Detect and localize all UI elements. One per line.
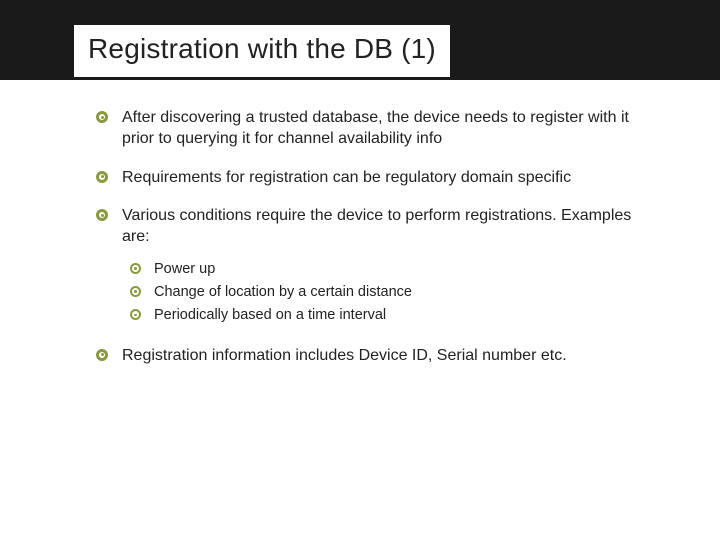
- sub-bullet-text: Periodically based on a time interval: [154, 307, 386, 323]
- bullet-text: After discovering a trusted database, th…: [122, 109, 629, 147]
- sub-bullet-text: Power up: [154, 261, 215, 277]
- slide-body: After discovering a trusted database, th…: [96, 108, 656, 384]
- sub-bullet-item: Change of location by a certain distance: [130, 281, 656, 304]
- bullet-text: Registration information includes Device…: [122, 347, 567, 364]
- bullet-list: After discovering a trusted database, th…: [96, 108, 656, 366]
- title-box: Registration with the DB (1): [74, 25, 450, 77]
- sub-bullet-text: Change of location by a certain distance: [154, 284, 412, 300]
- sub-bullet-item: Power up: [130, 258, 656, 281]
- bullet-text: Requirements for registration can be reg…: [122, 169, 571, 186]
- bullet-icon: [96, 209, 108, 221]
- bullet-icon: [130, 309, 141, 320]
- bullet-icon: [96, 171, 108, 183]
- bullet-icon: [96, 111, 108, 123]
- bullet-item: Registration information includes Device…: [96, 346, 656, 367]
- bullet-item: Various conditions require the device to…: [96, 206, 656, 327]
- slide-title: Registration with the DB (1): [88, 33, 436, 65]
- bullet-icon: [130, 263, 141, 274]
- bullet-icon: [130, 286, 141, 297]
- bullet-item: Requirements for registration can be reg…: [96, 168, 656, 189]
- sub-bullet-list: Power up Change of location by a certain…: [130, 258, 656, 328]
- bullet-text: Various conditions require the device to…: [122, 207, 631, 245]
- sub-bullet-item: Periodically based on a time interval: [130, 304, 656, 327]
- bullet-item: After discovering a trusted database, th…: [96, 108, 656, 150]
- bullet-icon: [96, 349, 108, 361]
